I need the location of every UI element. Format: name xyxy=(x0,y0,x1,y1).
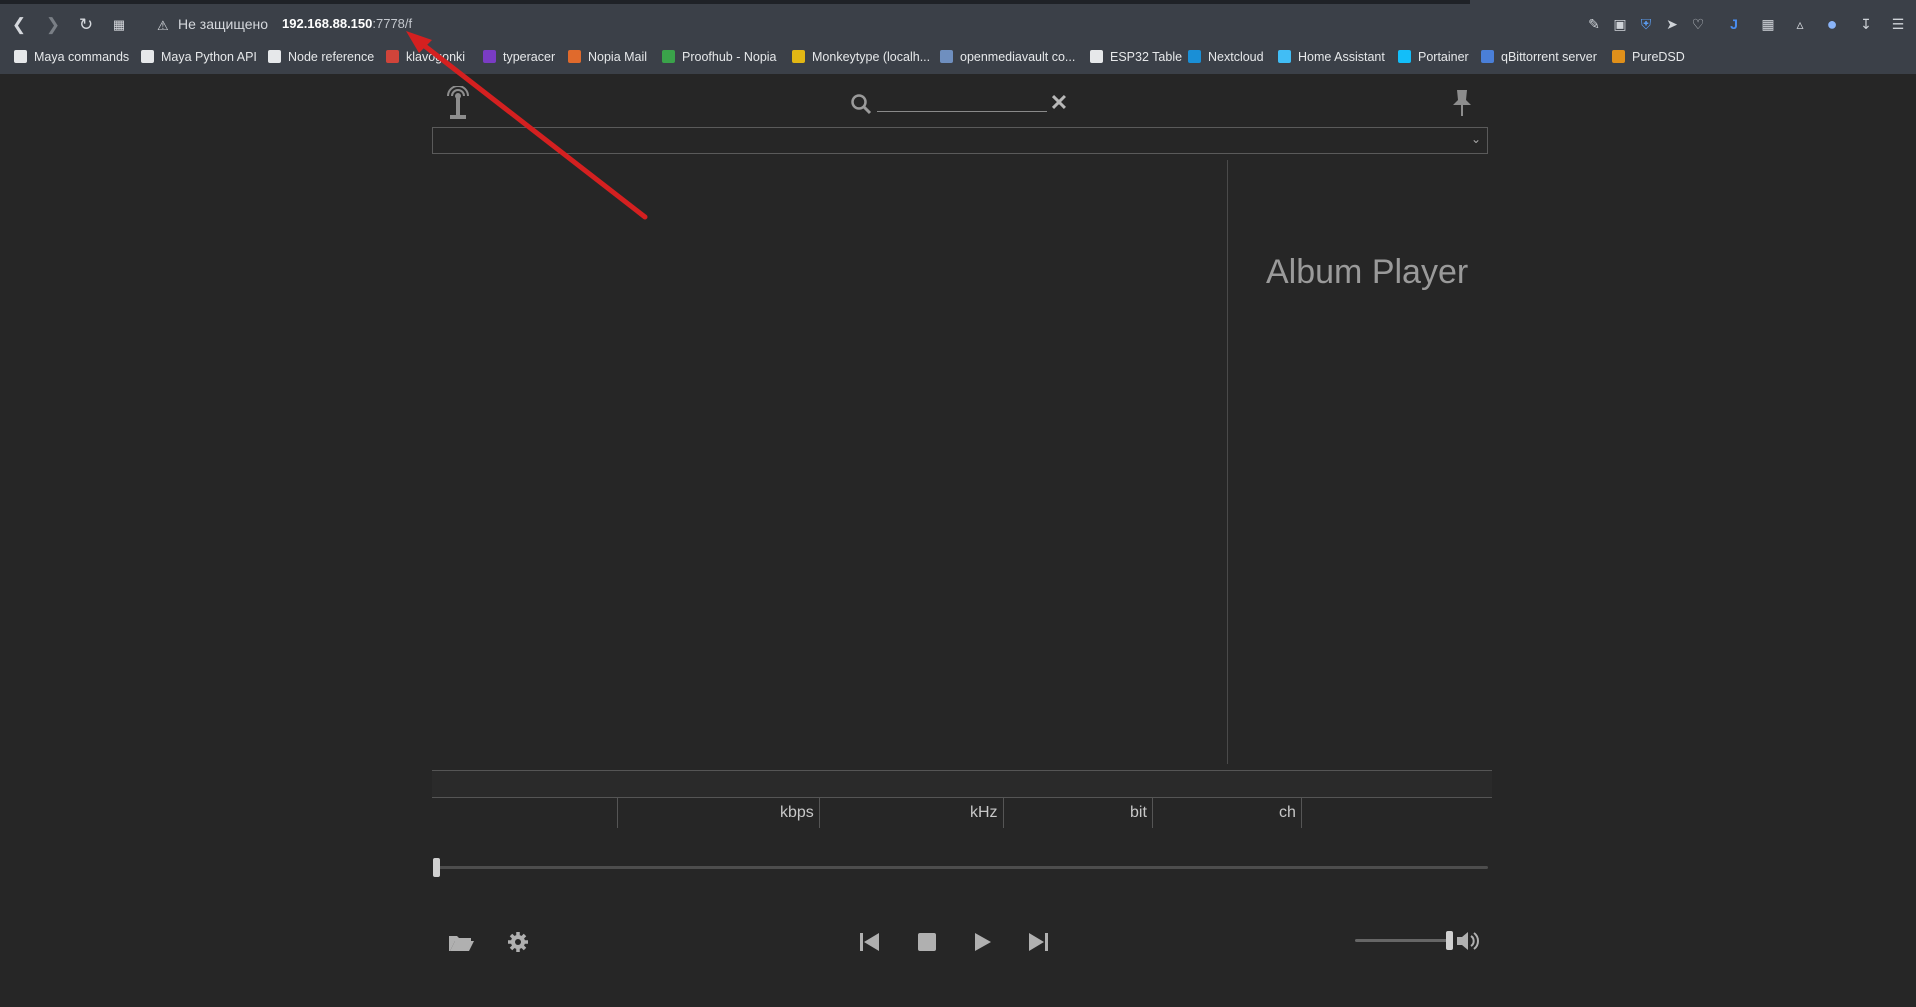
omv-icon xyxy=(940,50,953,63)
share-icon[interactable]: ✎ xyxy=(1584,14,1604,34)
bitrate-label: kbps xyxy=(780,804,814,821)
tabs-grid-icon[interactable]: ▦ xyxy=(108,14,130,36)
album-title: Album Player xyxy=(1266,253,1469,291)
extension-j-icon[interactable]: J xyxy=(1724,14,1744,34)
clear-search-icon[interactable]: ✕ xyxy=(1048,92,1070,114)
bookmark-label: PureDSD xyxy=(1632,50,1685,64)
stat-separator xyxy=(617,798,618,828)
bookmark-label: ESP32 Table xyxy=(1110,50,1183,64)
security-status[interactable]: Не защищено xyxy=(178,16,268,32)
reload-icon[interactable]: ↻ xyxy=(75,14,97,36)
play-icon[interactable] xyxy=(967,928,997,956)
bookmark-item[interactable]: typeracer xyxy=(483,48,555,66)
bookmark-item[interactable]: Nextcloud xyxy=(1188,48,1264,66)
back-icon[interactable]: ❮ xyxy=(8,14,30,36)
menu-icon[interactable]: ☰ xyxy=(1888,14,1908,34)
bookmark-item[interactable]: qBittorrent server xyxy=(1481,48,1597,66)
chevron-down-icon: ⌄ xyxy=(1470,132,1481,146)
next-track-icon[interactable] xyxy=(1023,928,1053,956)
bookmark-label: klavogonki xyxy=(406,50,466,64)
page-icon xyxy=(1090,50,1103,63)
bitdepth-label: bit xyxy=(1130,804,1147,821)
volume-slider[interactable] xyxy=(1355,939,1451,942)
bookmark-label: Home Assistant xyxy=(1298,50,1385,64)
stat-separator xyxy=(1301,798,1302,828)
proofhub-icon xyxy=(662,50,675,63)
bookmark-item[interactable]: Portainer xyxy=(1398,48,1469,66)
forward-icon[interactable]: ❯ xyxy=(42,14,64,36)
folder-open-icon[interactable] xyxy=(446,928,476,956)
warning-icon: ⚠ xyxy=(157,18,169,33)
nextcloud-icon xyxy=(1188,50,1201,63)
bookmark-item[interactable]: Node reference xyxy=(268,48,374,66)
url-path: :7778/f xyxy=(372,16,413,31)
homeassistant-icon xyxy=(1278,50,1291,63)
stat-separator xyxy=(1152,798,1153,828)
gear-icon[interactable] xyxy=(505,928,535,956)
track-info-bar xyxy=(432,770,1492,798)
bookmark-label: qBittorrent server xyxy=(1501,50,1597,64)
panel-divider xyxy=(1227,160,1228,764)
bookmark-item[interactable]: Nopia Mail xyxy=(568,48,647,66)
extension-n-icon[interactable]: ▦ xyxy=(1758,14,1778,34)
address-row: ❮ ❯ ↻ ▦ ⚠ Не защищено 192.168.88.150:777… xyxy=(0,6,1916,40)
bookmark-item[interactable]: Maya Python API xyxy=(141,48,257,66)
typeracer-icon xyxy=(483,50,496,63)
volume-handle[interactable] xyxy=(1446,931,1453,950)
page-icon xyxy=(14,50,27,63)
playlist-select[interactable]: ⌄ xyxy=(432,127,1488,154)
bookmark-item[interactable]: Monkeytype (localh... xyxy=(792,48,930,66)
bookmark-item[interactable]: Proofhub - Nopia xyxy=(662,48,777,66)
maya-icon xyxy=(141,50,154,63)
search-icon[interactable] xyxy=(850,93,872,115)
bookmark-item[interactable]: ESP32 Table xyxy=(1090,48,1182,66)
bookmark-item[interactable]: PureDSD xyxy=(1612,48,1685,66)
bookmark-label: Maya commands xyxy=(34,50,130,64)
bookmark-label: Portainer xyxy=(1418,50,1469,64)
address-bar[interactable]: 192.168.88.150:7778/f xyxy=(282,16,412,31)
qbittorrent-icon xyxy=(1481,50,1494,63)
shield-icon[interactable]: ⛨ xyxy=(1636,14,1656,34)
bookmark-label: Maya Python API xyxy=(161,50,257,64)
seek-bar[interactable] xyxy=(434,866,1488,869)
bookmark-item[interactable]: Home Assistant xyxy=(1278,48,1385,66)
channels-label: ch xyxy=(1279,804,1296,821)
bookmark-label: Nextcloud xyxy=(1208,50,1264,64)
bookmarks-bar: Maya commands Maya Python API Node referen… xyxy=(0,44,1916,68)
puredsd-icon xyxy=(1612,50,1625,63)
bookmark-item[interactable]: Maya commands xyxy=(14,48,129,66)
bookmark-item[interactable]: openmediavault co... xyxy=(940,48,1075,66)
monkeytype-icon xyxy=(792,50,805,63)
page-icon xyxy=(268,50,281,63)
download-icon[interactable]: ↧ xyxy=(1856,14,1876,34)
pin-icon[interactable] xyxy=(1450,88,1474,118)
speaker-icon[interactable] xyxy=(1455,927,1479,955)
samplerate-label: kHz xyxy=(970,804,998,821)
send-icon[interactable]: ➤ xyxy=(1662,14,1682,34)
previous-track-icon[interactable] xyxy=(855,928,885,956)
profile-avatar-icon[interactable]: ● xyxy=(1822,14,1842,34)
radio-antenna-icon[interactable] xyxy=(445,86,471,120)
car-icon xyxy=(386,50,399,63)
bookmark-label: typeracer xyxy=(503,50,556,64)
nopia-icon xyxy=(568,50,581,63)
bookmark-label: Nopia Mail xyxy=(588,50,648,64)
page-load-indicator xyxy=(0,0,1470,4)
bookmark-label: Monkeytype (localh... xyxy=(812,50,931,64)
search-input[interactable] xyxy=(877,90,1047,112)
stat-separator xyxy=(819,798,820,828)
heart-icon[interactable]: ♡ xyxy=(1688,14,1708,34)
stop-icon[interactable] xyxy=(911,928,941,956)
bookmark-item[interactable]: klavogonki xyxy=(386,48,465,66)
bookmark-label: Proofhub - Nopia xyxy=(682,50,777,64)
cube-icon[interactable]: ▵ xyxy=(1790,14,1810,34)
portainer-icon xyxy=(1398,50,1411,63)
browser-toolbar: ❮ ❯ ↻ ▦ ⚠ Не защищено 192.168.88.150:777… xyxy=(0,0,1916,74)
bookmark-label: Node reference xyxy=(288,50,375,64)
url-host: 192.168.88.150 xyxy=(282,16,373,31)
stat-separator xyxy=(1003,798,1004,828)
seek-handle[interactable] xyxy=(433,858,440,877)
bookmark-label: openmediavault co... xyxy=(960,50,1076,64)
camera-icon[interactable]: ▣ xyxy=(1610,14,1630,34)
